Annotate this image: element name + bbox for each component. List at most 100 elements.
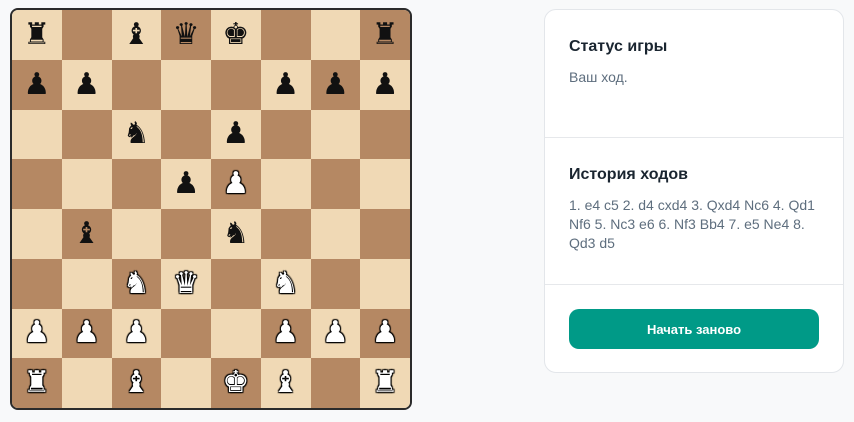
square-c7[interactable] (111, 59, 162, 110)
square-a2[interactable]: ♟ (12, 308, 62, 359)
black-queen-icon[interactable]: ♛ (173, 19, 200, 50)
white-pawn-icon[interactable]: ♟ (73, 318, 100, 348)
square-e1[interactable]: ♚ (211, 358, 261, 408)
square-b5[interactable] (61, 159, 112, 209)
white-king-icon[interactable]: ♚ (222, 368, 249, 398)
square-h4[interactable] (360, 209, 410, 259)
square-h3[interactable] (360, 258, 410, 309)
white-pawn-icon[interactable]: ♟ (272, 318, 299, 348)
square-h5[interactable] (360, 159, 410, 209)
move-history-text: 1. e4 c5 2. d4 cxd4 3. Qxd4 Nc6 4. Qd1 N… (569, 197, 815, 251)
square-f3[interactable]: ♞ (260, 258, 311, 309)
white-rook-icon[interactable]: ♜ (372, 368, 399, 398)
square-e4[interactable]: ♞ (211, 209, 261, 259)
square-f4[interactable] (260, 209, 311, 259)
square-a7[interactable]: ♟ (12, 59, 62, 110)
square-e7[interactable] (211, 59, 261, 110)
square-g6[interactable] (310, 109, 361, 160)
black-knight-icon[interactable]: ♞ (222, 218, 249, 249)
square-b7[interactable]: ♟ (61, 59, 112, 110)
black-knight-icon[interactable]: ♞ (123, 119, 150, 149)
square-b8[interactable] (61, 10, 112, 60)
white-pawn-icon[interactable]: ♟ (23, 318, 50, 348)
square-e3[interactable] (211, 258, 261, 309)
square-f1[interactable]: ♝ (260, 358, 311, 408)
square-e2[interactable] (211, 308, 261, 359)
square-b3[interactable] (61, 258, 112, 309)
square-a8[interactable]: ♜ (12, 10, 62, 60)
square-d4[interactable] (161, 209, 211, 259)
white-rook-icon[interactable]: ♜ (23, 368, 50, 398)
square-f2[interactable]: ♟ (260, 308, 311, 359)
black-pawn-icon[interactable]: ♟ (173, 169, 200, 199)
black-pawn-icon[interactable]: ♟ (322, 69, 349, 100)
square-b2[interactable]: ♟ (61, 308, 112, 359)
square-d7[interactable] (161, 59, 211, 110)
square-f8[interactable] (260, 10, 311, 60)
game-status-section: Статус игры Ваш ход. (545, 10, 843, 138)
square-e8[interactable]: ♚ (211, 10, 261, 60)
square-d2[interactable] (161, 308, 211, 359)
square-c5[interactable] (111, 159, 162, 209)
square-c4[interactable] (111, 209, 162, 259)
black-pawn-icon[interactable]: ♟ (73, 69, 100, 100)
square-c2[interactable]: ♟ (111, 308, 162, 359)
square-b1[interactable] (61, 358, 112, 408)
black-king-icon[interactable]: ♚ (222, 19, 249, 50)
square-d5[interactable]: ♟ (161, 159, 211, 209)
square-c3[interactable]: ♞ (111, 258, 162, 309)
white-pawn-icon[interactable]: ♟ (123, 318, 150, 348)
white-pawn-icon[interactable]: ♟ (322, 318, 349, 348)
square-g4[interactable] (310, 209, 361, 259)
square-g8[interactable] (310, 10, 361, 60)
square-e5[interactable]: ♟ (211, 159, 261, 209)
white-pawn-icon[interactable]: ♟ (222, 169, 249, 199)
square-d6[interactable] (161, 109, 211, 160)
restart-button[interactable]: Начать заново (569, 309, 819, 349)
black-rook-icon[interactable]: ♜ (372, 19, 399, 50)
square-f7[interactable]: ♟ (260, 59, 311, 110)
square-g1[interactable] (310, 358, 361, 408)
square-g7[interactable]: ♟ (310, 59, 361, 110)
black-bishop-icon[interactable]: ♝ (123, 19, 150, 50)
black-bishop-icon[interactable]: ♝ (73, 218, 100, 249)
black-pawn-icon[interactable]: ♟ (222, 119, 249, 149)
square-b4[interactable]: ♝ (61, 209, 112, 259)
white-knight-icon[interactable]: ♞ (272, 268, 299, 299)
square-a6[interactable] (12, 109, 62, 160)
black-pawn-icon[interactable]: ♟ (23, 69, 50, 100)
square-g2[interactable]: ♟ (310, 308, 361, 359)
square-g3[interactable] (310, 258, 361, 309)
square-h7[interactable]: ♟ (360, 59, 410, 110)
square-c8[interactable]: ♝ (111, 10, 162, 60)
square-c6[interactable]: ♞ (111, 109, 162, 160)
white-knight-icon[interactable]: ♞ (123, 268, 150, 299)
square-a3[interactable] (12, 258, 62, 309)
square-a5[interactable] (12, 159, 62, 209)
square-h6[interactable] (360, 109, 410, 160)
black-rook-icon[interactable]: ♜ (23, 19, 50, 50)
white-queen-icon[interactable]: ♛ (173, 268, 200, 299)
square-a4[interactable] (12, 209, 62, 259)
white-bishop-icon[interactable]: ♝ (123, 368, 150, 398)
square-d3[interactable]: ♛ (161, 258, 211, 309)
square-b6[interactable] (61, 109, 112, 160)
white-bishop-icon[interactable]: ♝ (272, 368, 299, 398)
game-status-text: Ваш ход. (569, 69, 628, 85)
square-f5[interactable] (260, 159, 311, 209)
white-pawn-icon[interactable]: ♟ (372, 318, 399, 348)
square-d1[interactable] (161, 358, 211, 408)
square-h8[interactable]: ♜ (360, 10, 410, 60)
square-h2[interactable]: ♟ (360, 308, 410, 359)
square-e6[interactable]: ♟ (211, 109, 261, 160)
black-pawn-icon[interactable]: ♟ (272, 69, 299, 100)
square-d8[interactable]: ♛ (161, 10, 211, 60)
side-panel: Статус игры Ваш ход. История ходов 1. e4… (544, 9, 844, 373)
move-history-title: История ходов (569, 166, 689, 183)
square-c1[interactable]: ♝ (111, 358, 162, 408)
square-f6[interactable] (260, 109, 311, 160)
square-a1[interactable]: ♜ (12, 358, 62, 408)
black-pawn-icon[interactable]: ♟ (372, 69, 399, 100)
square-h1[interactable]: ♜ (360, 358, 410, 408)
square-g5[interactable] (310, 159, 361, 209)
